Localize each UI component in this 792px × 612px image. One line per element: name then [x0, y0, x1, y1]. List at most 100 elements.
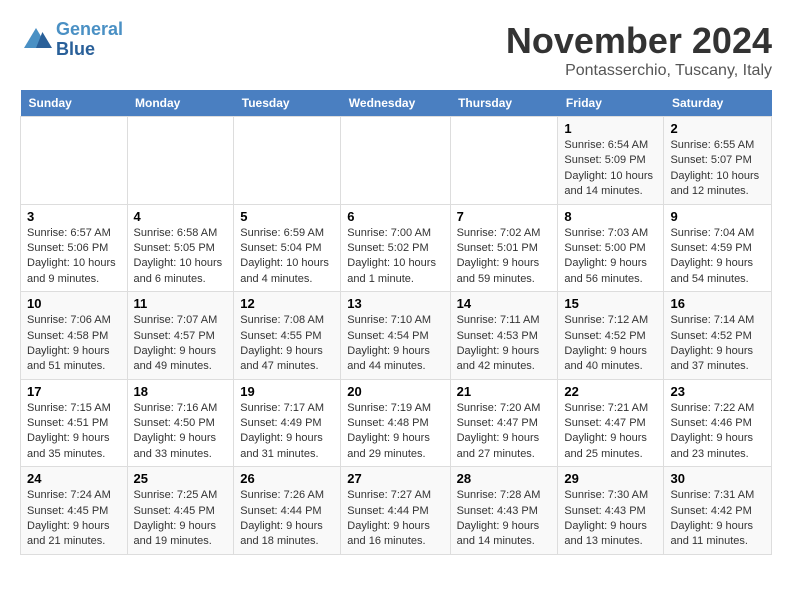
- calendar-week-row: 10 Sunrise: 7:06 AM Sunset: 4:58 PM Dayli…: [21, 292, 772, 380]
- day-number: 8: [564, 209, 657, 224]
- day-number: 26: [240, 471, 334, 486]
- day-info: Sunrise: 7:10 AM Sunset: 4:54 PM Dayligh…: [347, 313, 443, 375]
- calendar-cell: 29 Sunrise: 7:30 AM Sunset: 4:43 PM Dayli…: [558, 467, 664, 555]
- calendar-cell: 27 Sunrise: 7:27 AM Sunset: 4:44 PM Dayli…: [341, 467, 450, 555]
- calendar-cell: 26 Sunrise: 7:26 AM Sunset: 4:44 PM Dayli…: [234, 467, 341, 555]
- day-number: 19: [240, 384, 334, 399]
- calendar-cell: [21, 117, 128, 205]
- day-number: 24: [27, 471, 121, 486]
- day-info: Sunrise: 7:04 AM Sunset: 4:59 PM Dayligh…: [670, 226, 765, 288]
- calendar-cell: 3 Sunrise: 6:57 AM Sunset: 5:06 PM Daylig…: [21, 204, 128, 292]
- calendar-table: SundayMondayTuesdayWednesdayThursdayFrid…: [20, 90, 772, 555]
- calendar-cell: 10 Sunrise: 7:06 AM Sunset: 4:58 PM Dayli…: [21, 292, 128, 380]
- day-info: Sunrise: 7:22 AM Sunset: 4:46 PM Dayligh…: [670, 401, 765, 463]
- calendar-cell: [341, 117, 450, 205]
- day-info: Sunrise: 7:24 AM Sunset: 4:45 PM Dayligh…: [27, 488, 121, 550]
- calendar-cell: 13Sunrise: 7:10 AM Sunset: 4:54 PM Dayli…: [341, 292, 450, 380]
- calendar-cell: 20 Sunrise: 7:19 AM Sunset: 4:48 PM Dayli…: [341, 379, 450, 467]
- calendar-cell: 24 Sunrise: 7:24 AM Sunset: 4:45 PM Dayli…: [21, 467, 128, 555]
- calendar-cell: 6 Sunrise: 7:00 AM Sunset: 5:02 PM Daylig…: [341, 204, 450, 292]
- calendar-cell: 30 Sunrise: 7:31 AM Sunset: 4:42 PM Dayli…: [664, 467, 772, 555]
- weekday-header-cell: Monday: [127, 90, 234, 117]
- calendar-cell: [127, 117, 234, 205]
- day-number: 7: [457, 209, 552, 224]
- day-info: Sunrise: 7:08 AM Sunset: 4:55 PM Dayligh…: [240, 313, 334, 375]
- day-number: 3: [27, 209, 121, 224]
- weekday-header-row: SundayMondayTuesdayWednesdayThursdayFrid…: [21, 90, 772, 117]
- title-block: November 2024 Pontasserchio, Tuscany, It…: [506, 20, 772, 80]
- calendar-week-row: 1Sunrise: 6:54 AM Sunset: 5:09 PM Daylig…: [21, 117, 772, 205]
- logo-icon: [20, 24, 52, 56]
- calendar-week-row: 3 Sunrise: 6:57 AM Sunset: 5:06 PM Daylig…: [21, 204, 772, 292]
- day-info: Sunrise: 7:26 AM Sunset: 4:44 PM Dayligh…: [240, 488, 334, 550]
- day-info: Sunrise: 6:55 AM Sunset: 5:07 PM Dayligh…: [670, 138, 765, 200]
- calendar-cell: 23 Sunrise: 7:22 AM Sunset: 4:46 PM Dayli…: [664, 379, 772, 467]
- weekday-header-cell: Thursday: [450, 90, 558, 117]
- day-info: Sunrise: 7:03 AM Sunset: 5:00 PM Dayligh…: [564, 226, 657, 288]
- day-info: Sunrise: 7:12 AM Sunset: 4:52 PM Dayligh…: [564, 313, 657, 375]
- day-info: Sunrise: 7:11 AM Sunset: 4:53 PM Dayligh…: [457, 313, 552, 375]
- calendar-cell: 19 Sunrise: 7:17 AM Sunset: 4:49 PM Dayli…: [234, 379, 341, 467]
- logo: General Blue: [20, 20, 123, 60]
- calendar-cell: 8 Sunrise: 7:03 AM Sunset: 5:00 PM Daylig…: [558, 204, 664, 292]
- day-info: Sunrise: 7:30 AM Sunset: 4:43 PM Dayligh…: [564, 488, 657, 550]
- calendar-cell: 4 Sunrise: 6:58 AM Sunset: 5:05 PM Daylig…: [127, 204, 234, 292]
- calendar-body: 1Sunrise: 6:54 AM Sunset: 5:09 PM Daylig…: [21, 117, 772, 555]
- weekday-header-cell: Wednesday: [341, 90, 450, 117]
- day-info: Sunrise: 6:54 AM Sunset: 5:09 PM Dayligh…: [564, 138, 657, 200]
- calendar-cell: 9 Sunrise: 7:04 AM Sunset: 4:59 PM Daylig…: [664, 204, 772, 292]
- calendar-cell: 18 Sunrise: 7:16 AM Sunset: 4:50 PM Dayli…: [127, 379, 234, 467]
- calendar-cell: 14Sunrise: 7:11 AM Sunset: 4:53 PM Dayli…: [450, 292, 558, 380]
- calendar-week-row: 24 Sunrise: 7:24 AM Sunset: 4:45 PM Dayli…: [21, 467, 772, 555]
- day-info: Sunrise: 7:20 AM Sunset: 4:47 PM Dayligh…: [457, 401, 552, 463]
- day-number: 2: [670, 121, 765, 136]
- calendar-cell: 22 Sunrise: 7:21 AM Sunset: 4:47 PM Dayli…: [558, 379, 664, 467]
- day-number: 30: [670, 471, 765, 486]
- day-number: 5: [240, 209, 334, 224]
- weekday-header-cell: Tuesday: [234, 90, 341, 117]
- day-number: 4: [134, 209, 228, 224]
- day-info: Sunrise: 7:21 AM Sunset: 4:47 PM Dayligh…: [564, 401, 657, 463]
- day-number: 23: [670, 384, 765, 399]
- day-info: Sunrise: 7:07 AM Sunset: 4:57 PM Dayligh…: [134, 313, 228, 375]
- day-info: Sunrise: 7:06 AM Sunset: 4:58 PM Dayligh…: [27, 313, 121, 375]
- day-number: 6: [347, 209, 443, 224]
- day-info: Sunrise: 7:19 AM Sunset: 4:48 PM Dayligh…: [347, 401, 443, 463]
- weekday-header-cell: Friday: [558, 90, 664, 117]
- calendar-cell: 25Sunrise: 7:25 AM Sunset: 4:45 PM Dayli…: [127, 467, 234, 555]
- day-info: Sunrise: 7:31 AM Sunset: 4:42 PM Dayligh…: [670, 488, 765, 550]
- calendar-cell: 7 Sunrise: 7:02 AM Sunset: 5:01 PM Daylig…: [450, 204, 558, 292]
- day-info: Sunrise: 7:27 AM Sunset: 4:44 PM Dayligh…: [347, 488, 443, 550]
- day-number: 25: [134, 471, 228, 486]
- day-info: Sunrise: 7:14 AM Sunset: 4:52 PM Dayligh…: [670, 313, 765, 375]
- day-number: 18: [134, 384, 228, 399]
- day-info: Sunrise: 7:00 AM Sunset: 5:02 PM Dayligh…: [347, 226, 443, 288]
- calendar-cell: [450, 117, 558, 205]
- day-number: 27: [347, 471, 443, 486]
- day-info: Sunrise: 7:16 AM Sunset: 4:50 PM Dayligh…: [134, 401, 228, 463]
- day-number: 29: [564, 471, 657, 486]
- day-info: Sunrise: 7:17 AM Sunset: 4:49 PM Dayligh…: [240, 401, 334, 463]
- logo-text: General Blue: [56, 20, 123, 60]
- day-number: 10: [27, 296, 121, 311]
- day-number: 9: [670, 209, 765, 224]
- calendar-cell: 12 Sunrise: 7:08 AM Sunset: 4:55 PM Dayli…: [234, 292, 341, 380]
- day-info: Sunrise: 6:57 AM Sunset: 5:06 PM Dayligh…: [27, 226, 121, 288]
- location: Pontasserchio, Tuscany, Italy: [506, 62, 772, 80]
- day-number: 28: [457, 471, 552, 486]
- day-info: Sunrise: 7:15 AM Sunset: 4:51 PM Dayligh…: [27, 401, 121, 463]
- day-number: 20: [347, 384, 443, 399]
- calendar-cell: 21Sunrise: 7:20 AM Sunset: 4:47 PM Dayli…: [450, 379, 558, 467]
- calendar-cell: 28Sunrise: 7:28 AM Sunset: 4:43 PM Dayli…: [450, 467, 558, 555]
- day-info: Sunrise: 7:02 AM Sunset: 5:01 PM Dayligh…: [457, 226, 552, 288]
- day-number: 15: [564, 296, 657, 311]
- day-number: 22: [564, 384, 657, 399]
- day-number: 12: [240, 296, 334, 311]
- day-info: Sunrise: 6:58 AM Sunset: 5:05 PM Dayligh…: [134, 226, 228, 288]
- day-number: 17: [27, 384, 121, 399]
- calendar-cell: 15 Sunrise: 7:12 AM Sunset: 4:52 PM Dayli…: [558, 292, 664, 380]
- day-number: 11: [134, 296, 228, 311]
- weekday-header-cell: Saturday: [664, 90, 772, 117]
- calendar-week-row: 17 Sunrise: 7:15 AM Sunset: 4:51 PM Dayli…: [21, 379, 772, 467]
- calendar-cell: 11 Sunrise: 7:07 AM Sunset: 4:57 PM Dayli…: [127, 292, 234, 380]
